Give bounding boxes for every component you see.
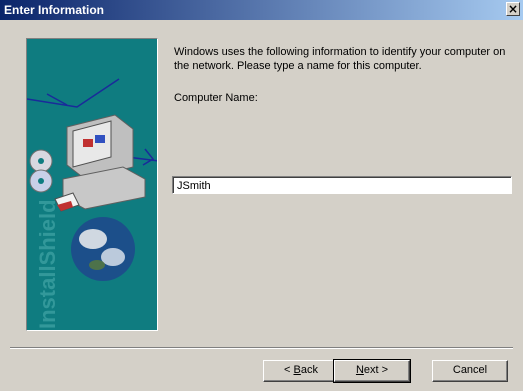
description-text: Windows uses the following information t… — [174, 46, 506, 72]
next-mnemonic: N — [355, 364, 364, 376]
close-button[interactable]: × — [506, 2, 520, 16]
computer-name-field[interactable]: JSmith — [172, 176, 512, 194]
globe-icon — [71, 217, 135, 281]
back-label-rest: ack — [300, 364, 318, 376]
back-button[interactable]: < Back — [263, 360, 339, 382]
title-bar[interactable]: Enter Information × — [0, 0, 523, 20]
screen-window-icon — [83, 139, 93, 147]
computer-name-label: Computer Name: — [174, 92, 258, 104]
next-button[interactable]: Next > — [333, 359, 411, 383]
artwork-illustration: InstallShield — [27, 39, 157, 330]
brand-watermark: InstallShield — [35, 199, 60, 329]
installshield-artwork: InstallShield — [26, 38, 158, 331]
window-title: Enter Information — [4, 3, 105, 17]
separator — [10, 347, 513, 349]
cancel-button[interactable]: Cancel — [432, 360, 508, 382]
next-label-rest: ext — [363, 364, 379, 376]
back-arrow: < — [284, 364, 294, 376]
back-mnemonic: B — [293, 364, 301, 376]
next-arrow: > — [378, 364, 389, 376]
close-icon: × — [507, 2, 519, 16]
setup-dialog: Enter Information × InstallShield Window… — [0, 0, 523, 391]
